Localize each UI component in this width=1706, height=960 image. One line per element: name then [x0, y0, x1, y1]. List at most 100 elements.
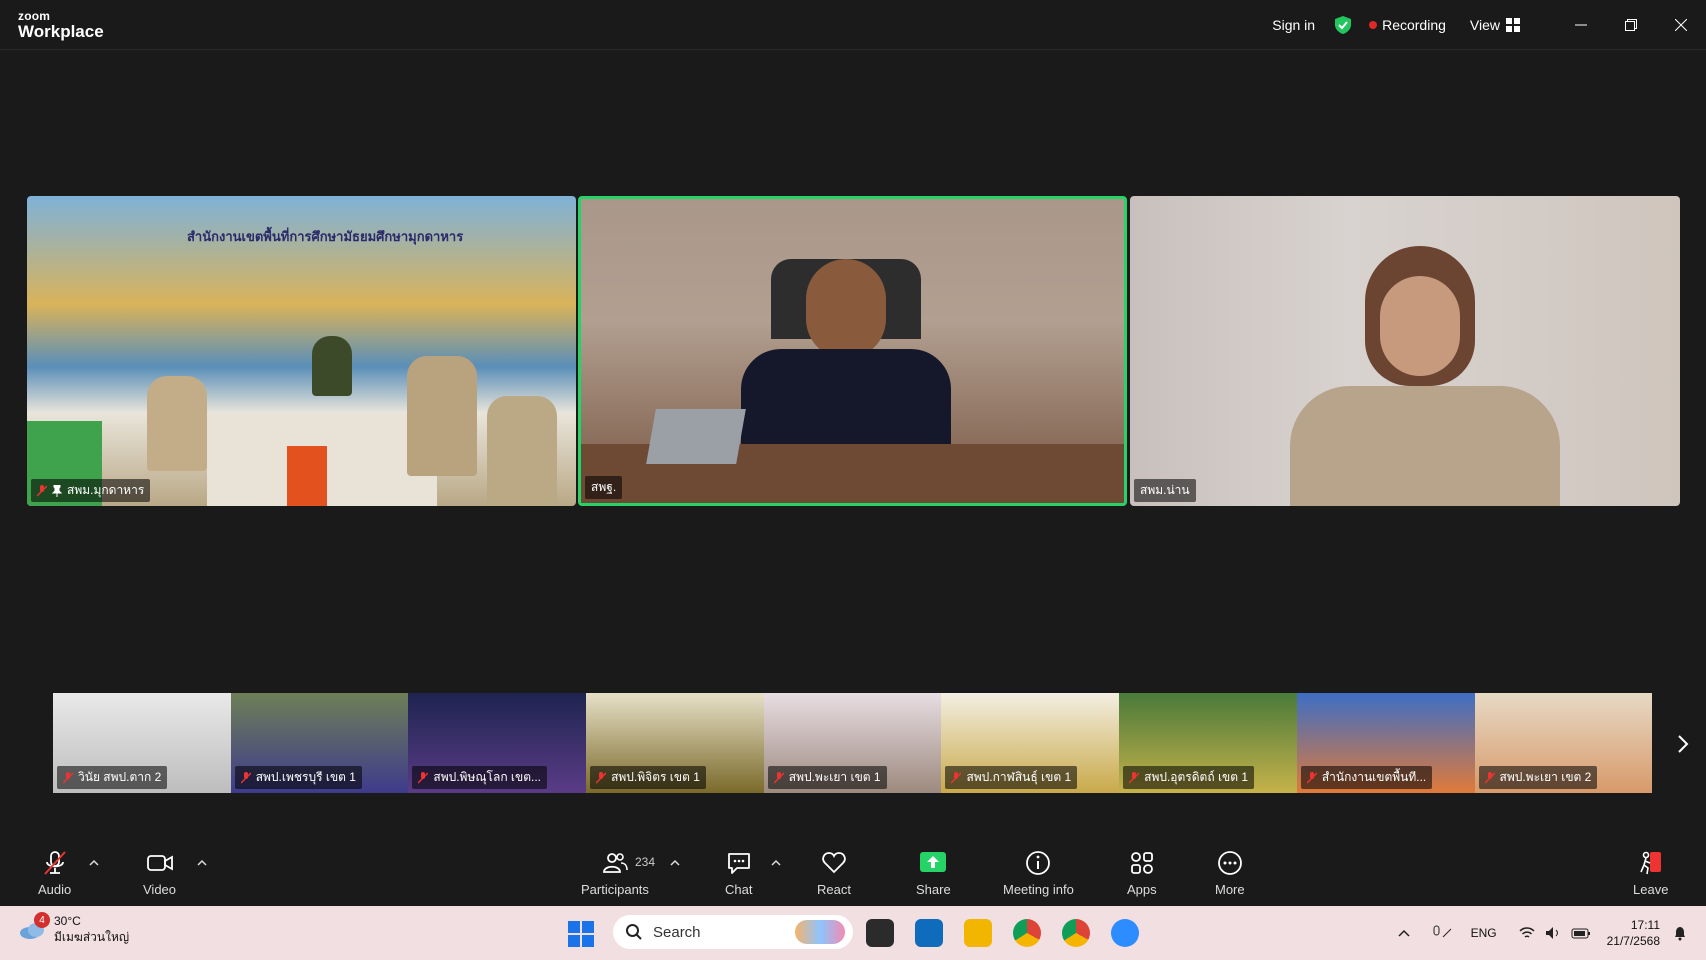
input-language[interactable]: ENG — [1471, 926, 1497, 940]
video-camera-icon — [146, 855, 173, 871]
audio-button[interactable]: Audio — [38, 850, 71, 897]
apps-label: Apps — [1127, 882, 1157, 897]
participant-video — [407, 356, 477, 476]
participant-name: สพฐ. — [591, 480, 617, 494]
taskbar-search[interactable]: Search — [613, 915, 853, 949]
chevron-right-icon — [1678, 735, 1689, 753]
participants-options-chevron-icon[interactable] — [669, 858, 681, 868]
outlook-icon[interactable] — [915, 919, 943, 947]
weather-widget[interactable]: 4 30°C มีเมฆส่วนใหญ่ — [18, 912, 130, 945]
notification-bell-icon[interactable] — [1672, 925, 1688, 941]
leave-button[interactable]: Leave — [1633, 850, 1668, 897]
muted-mic-icon — [37, 484, 47, 497]
meeting-info-button[interactable]: Meeting info — [1003, 850, 1074, 897]
chat-bubble-icon — [727, 853, 750, 874]
video-button[interactable]: Video — [143, 850, 176, 897]
apps-button[interactable]: Apps — [1127, 850, 1157, 897]
chat-label: Chat — [725, 882, 753, 897]
pin-icon — [52, 484, 62, 497]
view-button[interactable]: View — [1470, 17, 1520, 33]
thumbnail-tile[interactable]: สำนักงานเขตพื้นที... — [1296, 693, 1475, 793]
video-tile[interactable]: สำนักงานเขตพื้นที่การศึกษามัธยมศึกษามุกด… — [27, 196, 576, 506]
encryption-shield-icon[interactable] — [1333, 15, 1353, 35]
participant-name-tag: สพม.มุกดาหาร — [31, 479, 151, 502]
restore-button[interactable] — [1606, 0, 1656, 50]
weather-alert-badge: 4 — [34, 912, 50, 928]
file-explorer-icon[interactable] — [964, 919, 992, 947]
volume-icon[interactable] — [1545, 926, 1561, 940]
next-page-button[interactable] — [1672, 730, 1694, 758]
react-label: React — [817, 882, 851, 897]
audio-label: Audio — [38, 882, 72, 897]
system-clock[interactable]: 17:11 21/7/2568 — [1607, 917, 1660, 949]
windows-logo-icon — [568, 921, 594, 947]
minimize-button[interactable] — [1556, 0, 1606, 50]
battery-icon[interactable] — [1571, 926, 1591, 940]
sign-in-button[interactable]: Sign in — [1272, 17, 1315, 33]
thumbnail-tile[interactable]: สพป.พิจิตร เขต 1 — [586, 693, 764, 793]
wifi-icon[interactable] — [1519, 926, 1535, 940]
microphone-in-use-icon[interactable] — [1431, 925, 1453, 941]
participant-name-tag: สพป.กาฬสินธุ์ เขต 1 — [945, 766, 1078, 789]
participant-name: สพป.กาฬสินธุ์ เขต 1 — [966, 770, 1072, 784]
participant-name-tag: วินัย สพป.ตาก 2 — [57, 766, 168, 789]
chrome-icon[interactable] — [1013, 919, 1041, 947]
thumbnail-tile[interactable]: สพป.กาฬสินธุ์ เขต 1 — [941, 693, 1120, 793]
thumbnail-tile[interactable]: สพป.พิษณุโลก เขต... — [408, 693, 587, 793]
logo-line2: Workplace — [18, 22, 104, 41]
thumbnail-tile[interactable]: สพป.พะเยา เขต 1 — [763, 693, 942, 793]
chrome-profile-icon[interactable] — [1062, 919, 1090, 947]
participant-video — [287, 446, 327, 506]
recording-indicator[interactable]: Recording — [1369, 17, 1446, 33]
search-icon — [626, 924, 642, 940]
video-stage: สำนักงานเขตพื้นที่การศึกษามัธยมศึกษามุกด… — [0, 50, 1706, 840]
chat-button[interactable]: Chat — [725, 850, 752, 897]
video-tile[interactable]: สพม.น่าน — [1130, 196, 1680, 506]
restore-icon — [1625, 19, 1637, 31]
close-icon — [1675, 19, 1687, 31]
participant-name-tag: สพป.พะเยา เขต 1 — [767, 766, 887, 789]
participants-icon — [603, 853, 628, 873]
thumbnail-tile[interactable]: สพป.พะเยา เขต 2 — [1474, 693, 1653, 793]
recording-label: Recording — [1382, 17, 1446, 33]
thumbnail-tile[interactable]: สพป.อุตรดิตถ์ เขต 1 — [1119, 693, 1297, 793]
start-button[interactable] — [568, 921, 594, 952]
zoom-app-icon[interactable] — [1111, 919, 1139, 947]
minimize-icon — [1575, 24, 1587, 26]
grid-view-icon — [1506, 18, 1520, 32]
participant-video — [806, 259, 886, 359]
meeting-toolbar: Audio Video Participants 234 Chat React … — [0, 840, 1706, 906]
participants-label: Participants — [581, 882, 649, 897]
view-label: View — [1469, 17, 1500, 33]
video-options-chevron-icon[interactable] — [196, 858, 208, 868]
participant-name-tag: สพป.เพชรบุรี เขต 1 — [234, 766, 362, 789]
participant-video — [1380, 276, 1460, 376]
more-button[interactable]: More — [1215, 850, 1245, 897]
audio-options-chevron-icon[interactable] — [88, 858, 100, 868]
heart-icon — [822, 852, 846, 874]
weather-description: มีเมฆส่วนใหญ่ — [54, 929, 130, 944]
active-speaker-tile[interactable]: สพฐ. — [578, 196, 1127, 506]
muted-microphone-icon — [43, 851, 66, 875]
meeting-info-label: Meeting info — [1003, 882, 1074, 897]
thumbnail-strip: วินัย สพป.ตาก 2 สพป.เพชรบุรี เขต 1 สพป.พ… — [53, 693, 1653, 793]
participant-name: สพป.พะเยา เขต 2 — [1499, 770, 1592, 784]
video-label: Video — [143, 882, 177, 897]
show-hidden-icons-chevron-icon[interactable] — [1397, 928, 1411, 938]
muted-mic-icon — [240, 771, 251, 784]
task-view-icon[interactable] — [866, 919, 894, 947]
participant-name: สพป.อุตรดิตถ์ เขต 1 — [1144, 770, 1249, 784]
react-button[interactable]: React — [817, 850, 851, 897]
thumbnail-tile[interactable]: สพป.เพชรบุรี เขต 1 — [230, 693, 409, 793]
thumbnail-tile[interactable]: วินัย สพป.ตาก 2 — [53, 693, 231, 793]
search-highlight-icon — [795, 920, 845, 944]
share-screen-button[interactable]: Share — [916, 850, 951, 897]
muted-mic-icon — [1306, 771, 1317, 784]
participant-name-tag: สพม.น่าน — [1134, 479, 1196, 502]
logo-line1: zoom — [18, 9, 51, 23]
chat-options-chevron-icon[interactable] — [770, 858, 782, 868]
search-placeholder: Search — [653, 923, 701, 941]
muted-mic-icon — [773, 771, 784, 784]
close-window-button[interactable] — [1656, 0, 1706, 50]
clock-time: 17:11 — [1630, 917, 1660, 932]
